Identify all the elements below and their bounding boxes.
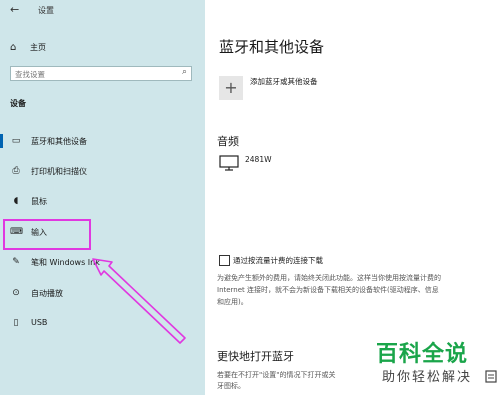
metered-download-label[interactable]: 通过按流量计费的连接下载 bbox=[233, 255, 323, 266]
description-line: Internet 连接时，就不会为新设备下载相关的设备软件(驱动程序、信息 bbox=[217, 286, 439, 294]
watermark-logo-icon bbox=[485, 370, 497, 383]
description-line: 为避免产生额外的费用，请始终关闭此功能。这样当你使用按流量计费的 bbox=[217, 274, 441, 282]
metered-description: 为避免产生额外的费用，请始终关闭此功能。这样当你使用按流量计费的 Interne… bbox=[217, 272, 500, 308]
description-line: 和应用)。 bbox=[217, 298, 248, 306]
plus-icon: + bbox=[224, 78, 238, 97]
audio-section-title: 音频 bbox=[217, 135, 239, 148]
monitor-icon bbox=[219, 155, 239, 171]
watermark-title: 百科全说 bbox=[376, 342, 469, 367]
add-device-button[interactable]: + bbox=[219, 76, 243, 100]
description-line: 若要在不打开"设置"的情况下打开或关 bbox=[217, 371, 336, 379]
open-bluetooth-title: 更快地打开蓝牙 bbox=[217, 350, 294, 363]
watermark-subtitle: 助你轻松解决 bbox=[382, 370, 473, 385]
add-device-label[interactable]: 添加蓝牙或其他设备 bbox=[250, 76, 318, 87]
audio-device-name[interactable]: 2481W bbox=[245, 155, 272, 164]
metered-download-checkbox[interactable] bbox=[219, 255, 230, 266]
open-bluetooth-description: 若要在不打开"设置"的情况下打开或关 牙图标。 bbox=[217, 370, 377, 392]
page-title: 蓝牙和其他设备 bbox=[219, 38, 325, 56]
description-line: 牙图标。 bbox=[217, 382, 245, 390]
